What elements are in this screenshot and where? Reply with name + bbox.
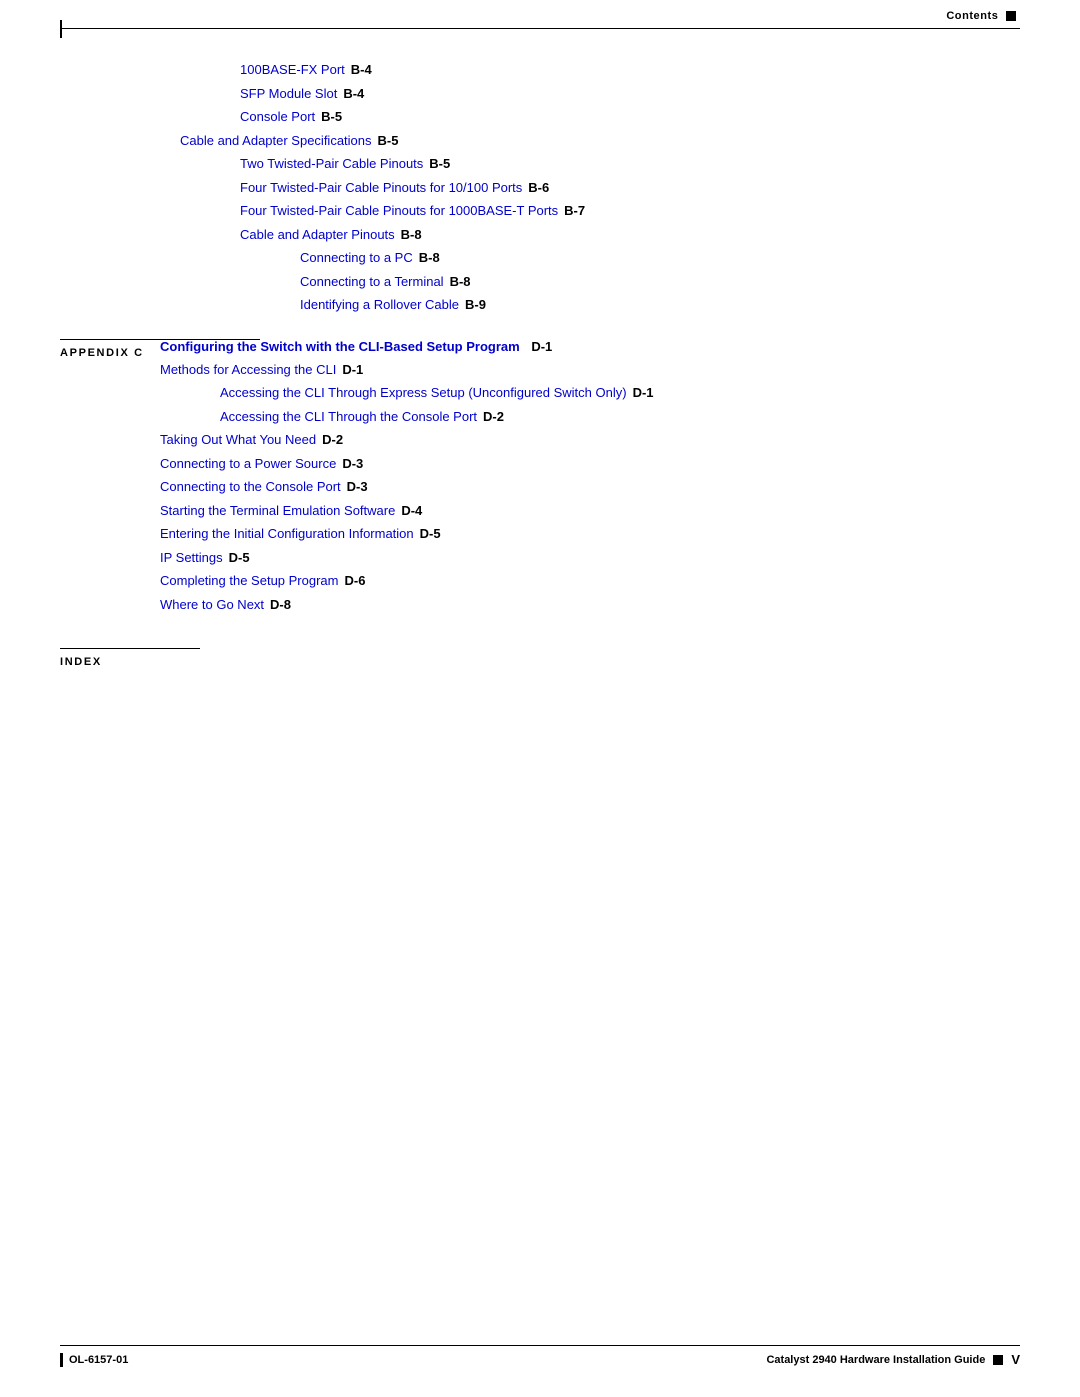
- toc-item: Connecting to the Console Port D-3: [160, 477, 1020, 497]
- toc-item: Methods for Accessing the CLI D-1: [160, 360, 1020, 380]
- toc-link[interactable]: Accessing the CLI Through the Console Po…: [220, 407, 477, 427]
- appendix-title: Configuring the Switch with the CLI-Base…: [160, 339, 552, 354]
- footer: OL-6157-01 Catalyst 2940 Hardware Instal…: [60, 1345, 1020, 1367]
- toc-page: B-7: [564, 201, 585, 221]
- toc-item: SFP Module Slot B-4: [240, 84, 1020, 104]
- toc-item: Accessing the CLI Through Express Setup …: [220, 383, 1020, 403]
- toc-link[interactable]: Connecting to a Power Source: [160, 454, 336, 474]
- toc-page: B-5: [429, 154, 450, 174]
- toc-page: B-8: [401, 225, 422, 245]
- toc-page: B-5: [321, 107, 342, 127]
- appendix-title-col: Configuring the Switch with the CLI-Base…: [160, 339, 1020, 619]
- footer-left: OL-6157-01: [60, 1353, 128, 1367]
- toc-item: Entering the Initial Configuration Infor…: [160, 524, 1020, 544]
- toc-link[interactable]: Connecting to a Terminal: [300, 272, 444, 292]
- toc-item: Completing the Setup Program D-6: [160, 571, 1020, 591]
- toc-page: D-6: [344, 571, 365, 591]
- toc-page: D-3: [342, 454, 363, 474]
- footer-square: [993, 1355, 1003, 1365]
- header: Contents: [946, 10, 1016, 22]
- toc-page: B-8: [450, 272, 471, 292]
- footer-page-num: V: [1011, 1352, 1020, 1367]
- content: 100BASE-FX Port B-4 SFP Module Slot B-4 …: [60, 60, 1020, 668]
- toc-item: Accessing the CLI Through the Console Po…: [220, 407, 1020, 427]
- toc-link[interactable]: Taking Out What You Need: [160, 430, 316, 450]
- toc-page: D-1: [633, 383, 654, 403]
- appendix-section: APPENDIX C Configuring the Switch with t…: [60, 339, 1020, 619]
- toc-link[interactable]: IP Settings: [160, 548, 223, 568]
- top-border: [60, 28, 1020, 29]
- toc-page: D-1: [342, 360, 363, 380]
- toc-item: Four Twisted-Pair Cable Pinouts for 10/1…: [240, 178, 1020, 198]
- toc-item: 100BASE-FX Port B-4: [240, 60, 1020, 80]
- toc-item: Connecting to a Terminal B-8: [300, 272, 1020, 292]
- toc-page: D-2: [483, 407, 504, 427]
- toc-page: D-2: [322, 430, 343, 450]
- appendix-page: D-1: [531, 339, 552, 354]
- appendix-heading-row: Configuring the Switch with the CLI-Base…: [160, 339, 1020, 354]
- toc-page: B-4: [343, 84, 364, 104]
- toc-item: Connecting to a Power Source D-3: [160, 454, 1020, 474]
- toc-link[interactable]: Identifying a Rollover Cable: [300, 295, 459, 315]
- toc-item: Connecting to a PC B-8: [300, 248, 1020, 268]
- toc-page: B-4: [351, 60, 372, 80]
- toc-item: Starting the Terminal Emulation Software…: [160, 501, 1020, 521]
- index-label: Index: [60, 656, 102, 668]
- appendix-label: APPENDIX C: [60, 347, 144, 359]
- toc-page: D-4: [401, 501, 422, 521]
- toc-item: Identifying a Rollover Cable B-9: [300, 295, 1020, 315]
- toc-link[interactable]: Console Port: [240, 107, 315, 127]
- toc-item: Console Port B-5: [240, 107, 1020, 127]
- toc-page: D-3: [347, 477, 368, 497]
- toc-link[interactable]: Entering the Initial Configuration Infor…: [160, 524, 414, 544]
- toc-page: D-5: [420, 524, 441, 544]
- toc-page: D-5: [229, 548, 250, 568]
- toc-link[interactable]: 100BASE-FX Port: [240, 60, 345, 80]
- toc-link[interactable]: Starting the Terminal Emulation Software: [160, 501, 395, 521]
- top-left-mark: [60, 20, 62, 38]
- toc-link[interactable]: Cable and Adapter Specifications: [180, 131, 372, 151]
- toc-link[interactable]: Where to Go Next: [160, 595, 264, 615]
- footer-right: Catalyst 2940 Hardware Installation Guid…: [766, 1352, 1020, 1367]
- toc-item: Four Twisted-Pair Cable Pinouts for 1000…: [240, 201, 1020, 221]
- toc-item: IP Settings D-5: [160, 548, 1020, 568]
- appendix-label-col: APPENDIX C: [60, 339, 160, 359]
- footer-content: OL-6157-01 Catalyst 2940 Hardware Instal…: [60, 1352, 1020, 1367]
- toc-item: Taking Out What You Need D-2: [160, 430, 1020, 450]
- page: Contents 100BASE-FX Port B-4 SFP Module …: [0, 0, 1080, 1397]
- index-section: Index: [60, 648, 1020, 668]
- footer-doc-num: OL-6157-01: [69, 1354, 128, 1366]
- toc-link[interactable]: Cable and Adapter Pinouts: [240, 225, 395, 245]
- toc-link[interactable]: Completing the Setup Program: [160, 571, 338, 591]
- footer-line: [60, 1345, 1020, 1346]
- footer-left-mark: [60, 1353, 63, 1367]
- toc-link[interactable]: Four Twisted-Pair Cable Pinouts for 10/1…: [240, 178, 522, 198]
- toc-page: D-8: [270, 595, 291, 615]
- footer-guide-title: Catalyst 2940 Hardware Installation Guid…: [766, 1354, 985, 1366]
- toc-item: Cable and Adapter Specifications B-5: [180, 131, 1020, 151]
- toc-page: B-8: [419, 248, 440, 268]
- toc-link[interactable]: Connecting to the Console Port: [160, 477, 341, 497]
- toc-item: Two Twisted-Pair Cable Pinouts B-5: [240, 154, 1020, 174]
- header-label: Contents: [946, 10, 998, 22]
- toc-item: Cable and Adapter Pinouts B-8: [240, 225, 1020, 245]
- toc-item: Where to Go Next D-8: [160, 595, 1020, 615]
- appendix-title-link[interactable]: Configuring the Switch with the CLI-Base…: [160, 339, 520, 354]
- index-separator: [60, 648, 200, 649]
- toc-link[interactable]: Connecting to a PC: [300, 248, 413, 268]
- toc-link[interactable]: SFP Module Slot: [240, 84, 337, 104]
- toc-page: B-5: [378, 131, 399, 151]
- toc-link[interactable]: Methods for Accessing the CLI: [160, 360, 336, 380]
- header-square: [1006, 11, 1016, 21]
- toc-link[interactable]: Four Twisted-Pair Cable Pinouts for 1000…: [240, 201, 558, 221]
- toc-link[interactable]: Accessing the CLI Through Express Setup …: [220, 383, 627, 403]
- toc-link[interactable]: Two Twisted-Pair Cable Pinouts: [240, 154, 423, 174]
- toc-page: B-9: [465, 295, 486, 315]
- toc-page: B-6: [528, 178, 549, 198]
